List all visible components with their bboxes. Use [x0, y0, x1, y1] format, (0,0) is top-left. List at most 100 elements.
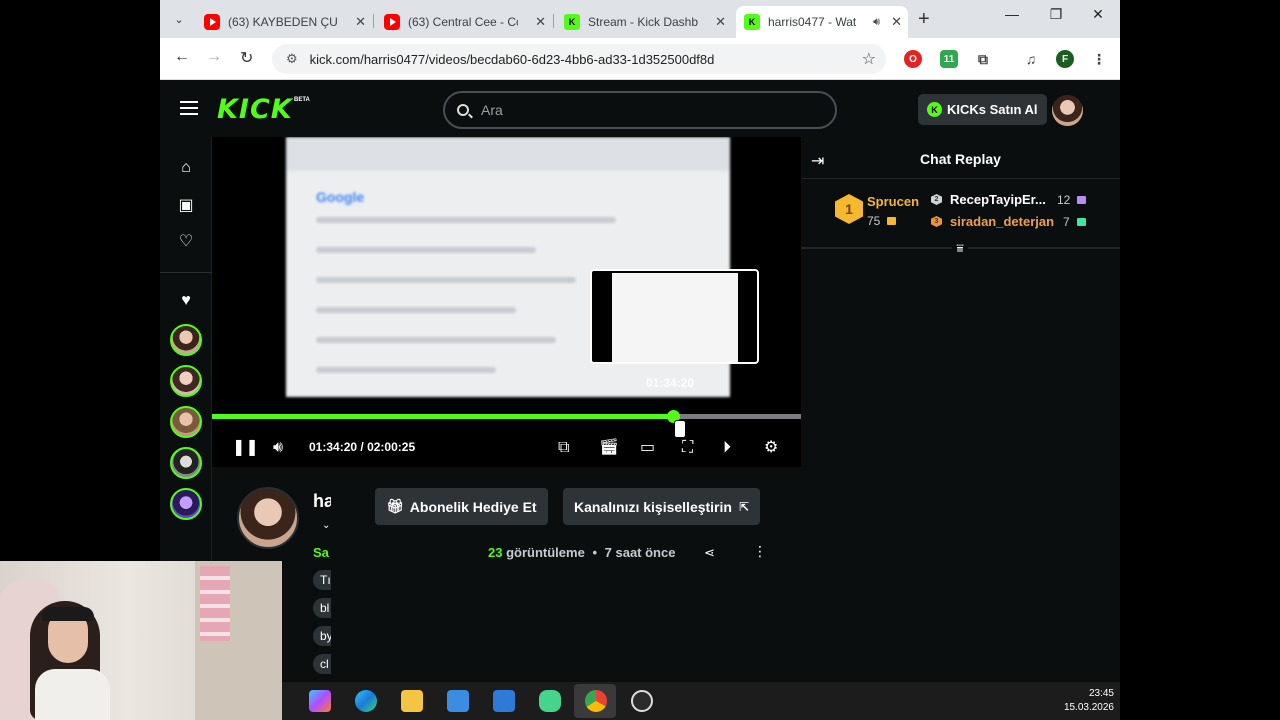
tag-chip[interactable]: bl	[313, 598, 331, 618]
share-icon[interactable]: ⋖	[704, 545, 715, 561]
chat-app-icon[interactable]	[539, 690, 561, 712]
chrome-icon[interactable]	[585, 690, 607, 712]
profile-avatar[interactable]: F	[1056, 50, 1074, 68]
followed-channel-avatar[interactable]	[170, 447, 202, 479]
clock-time: 23:45	[1088, 688, 1114, 699]
tag-chip[interactable]: Tı	[313, 570, 331, 590]
tab-youtube-2[interactable]: (63) Central Cee - Com ✕	[376, 6, 552, 38]
close-icon[interactable]: ✕	[715, 14, 726, 30]
minimize-button[interactable]: —	[992, 6, 1032, 22]
store-icon[interactable]	[447, 690, 469, 712]
search-input[interactable]: Ara	[443, 91, 837, 129]
clip-icon[interactable]: 🎬︎	[599, 438, 619, 458]
restore-button[interactable]: ❐	[1036, 6, 1076, 23]
fullscreen-icon[interactable]: ⛶	[682, 438, 693, 458]
opera-icon[interactable]: O	[904, 50, 922, 68]
site-header: KICK BETA Ara K KICKs Satın Al	[160, 81, 1120, 137]
duration: 02:00:25	[367, 440, 416, 454]
extension-badge-icon[interactable]: 11	[940, 50, 958, 68]
gift-icon	[887, 217, 896, 225]
search-placeholder: Ara	[481, 102, 503, 118]
miniplayer-icon[interactable]: ⧉	[558, 438, 569, 458]
gift-icon	[1077, 196, 1086, 204]
current-time: 01:34:20	[309, 440, 358, 454]
new-tab-button[interactable]: +	[918, 8, 930, 31]
menu-hamburger-icon[interactable]	[180, 101, 198, 115]
bookmark-star-icon[interactable]: ☆	[862, 49, 876, 69]
channel-avatar[interactable]	[237, 487, 299, 549]
obs-icon[interactable]	[631, 690, 653, 712]
clock-date: 15.03.2026	[1063, 702, 1114, 713]
leaderboard-name-2[interactable]: RecepTayipEr...	[950, 192, 1046, 207]
playback-speed-icon[interactable]: ⏵	[723, 438, 731, 458]
chat-title: Chat Replay	[920, 151, 1001, 167]
chevron-down-icon[interactable]: ⌄	[322, 520, 330, 531]
mail-icon[interactable]	[493, 690, 515, 712]
followed-channel-avatar[interactable]	[170, 365, 202, 397]
tab-title: harris0477 - Watch	[768, 15, 856, 29]
rank-2-badge-icon: 2	[931, 194, 942, 205]
channel-name[interactable]: ha	[313, 491, 331, 512]
gift-subscription-button[interactable]: 🎁︎ Abonelik Hediye Et	[375, 488, 548, 525]
category-link[interactable]: Sa	[313, 545, 331, 560]
tab-kick-watch[interactable]: K harris0477 - Watch 🔊︎ ✕	[736, 6, 908, 38]
expand-leaderboard-icon[interactable]: ⩸	[952, 241, 968, 255]
followed-channel-avatar[interactable]	[170, 406, 202, 438]
tag-chip[interactable]: cl	[313, 654, 331, 674]
progress-played	[212, 414, 674, 419]
tab-search-chevron-icon[interactable]: ⌄	[166, 6, 192, 32]
tab-youtube-1[interactable]: (63) KAYBEDEN ÇUKUR ✕	[196, 6, 372, 38]
progress-bar[interactable]	[212, 410, 801, 423]
video-player[interactable]: Google 01:34:20 ❚❚ 🔊︎ 01:34:20 / 02:00:2…	[212, 137, 801, 467]
user-avatar[interactable]	[1052, 95, 1083, 126]
rank-3-badge-icon: 3	[931, 216, 942, 227]
forward-button[interactable]: →	[206, 48, 222, 66]
close-icon[interactable]: ✕	[355, 14, 366, 30]
youtube-icon	[204, 14, 220, 30]
left-sidebar: ⌂ ▣ ♡ ♥	[160, 137, 212, 577]
home-icon[interactable]: ⌂	[177, 159, 195, 177]
address-bar-row: ← → ↻ ⚙ kick.com/harris0477/videos/becda…	[160, 38, 1120, 80]
site-info-icon[interactable]: ⚙	[286, 51, 298, 67]
followed-channel-avatar[interactable]	[170, 324, 202, 356]
reload-button[interactable]: ↻	[240, 48, 253, 68]
followed-channel-avatar[interactable]	[170, 488, 202, 520]
browse-icon[interactable]: ▣	[177, 197, 195, 215]
kick-logo[interactable]: KICK	[217, 94, 293, 125]
chat-panel: ⇥ Chat Replay 1 Sprucen 75 2 RecepTayipE…	[801, 137, 1120, 577]
taskbar-clock[interactable]: 23:45 15.03.2026	[1064, 687, 1114, 715]
copilot-icon[interactable]	[309, 690, 331, 712]
extensions-puzzle-icon[interactable]: ⧉	[974, 50, 992, 68]
url-text: kick.com/harris0477/videos/becdab60-6d23…	[309, 51, 715, 67]
more-options-icon[interactable]: ⋮	[753, 543, 767, 560]
menu-kebab-icon[interactable]: ⋮	[1090, 50, 1108, 68]
gift-icon: 🎁︎	[386, 498, 404, 514]
url-bar[interactable]: ⚙ kick.com/harris0477/videos/becdab60-6d…	[272, 44, 886, 74]
customize-channel-button[interactable]: Kanalınızı kişiselleştirin ⇱	[563, 488, 761, 525]
buy-kicks-button[interactable]: K KICKs Satın Al	[918, 94, 1047, 125]
tab-kick-dashboard[interactable]: K Stream - Kick Dashboa ✕	[556, 6, 732, 38]
tab-title: Stream - Kick Dashboa	[588, 15, 698, 29]
seek-preview-time: 01:34:20	[646, 376, 695, 390]
close-icon[interactable]: ✕	[535, 14, 546, 30]
media-control-icon[interactable]: ♫	[1022, 50, 1040, 68]
video-stats: 23 görüntüleme • 7 saat önce	[488, 545, 675, 560]
close-window-button[interactable]: ✕	[1078, 6, 1118, 23]
speaker-icon[interactable]: 🔊︎	[873, 16, 880, 29]
settings-gear-icon[interactable]: ⚙	[764, 438, 778, 458]
back-button[interactable]: ←	[174, 48, 190, 66]
edge-icon[interactable]	[355, 690, 377, 712]
tag-chip[interactable]: by	[313, 626, 331, 646]
views-label: görüntüleme	[506, 545, 585, 560]
following-heart-outline-icon[interactable]: ♡	[177, 233, 195, 251]
theater-mode-icon[interactable]: ▭	[640, 438, 655, 458]
leaderboard-name-1[interactable]: Sprucen	[867, 194, 919, 209]
pause-button[interactable]: ❚❚	[232, 438, 259, 458]
kick-icon: K	[564, 14, 580, 30]
mouse-cursor	[674, 420, 686, 438]
volume-icon[interactable]: 🔊︎	[273, 438, 283, 458]
close-icon[interactable]: ✕	[891, 14, 902, 30]
tab-title: (63) KAYBEDEN ÇUKUR	[228, 15, 338, 29]
leaderboard-name-3[interactable]: siradan_deterjan	[950, 214, 1054, 229]
file-explorer-icon[interactable]	[401, 690, 423, 712]
